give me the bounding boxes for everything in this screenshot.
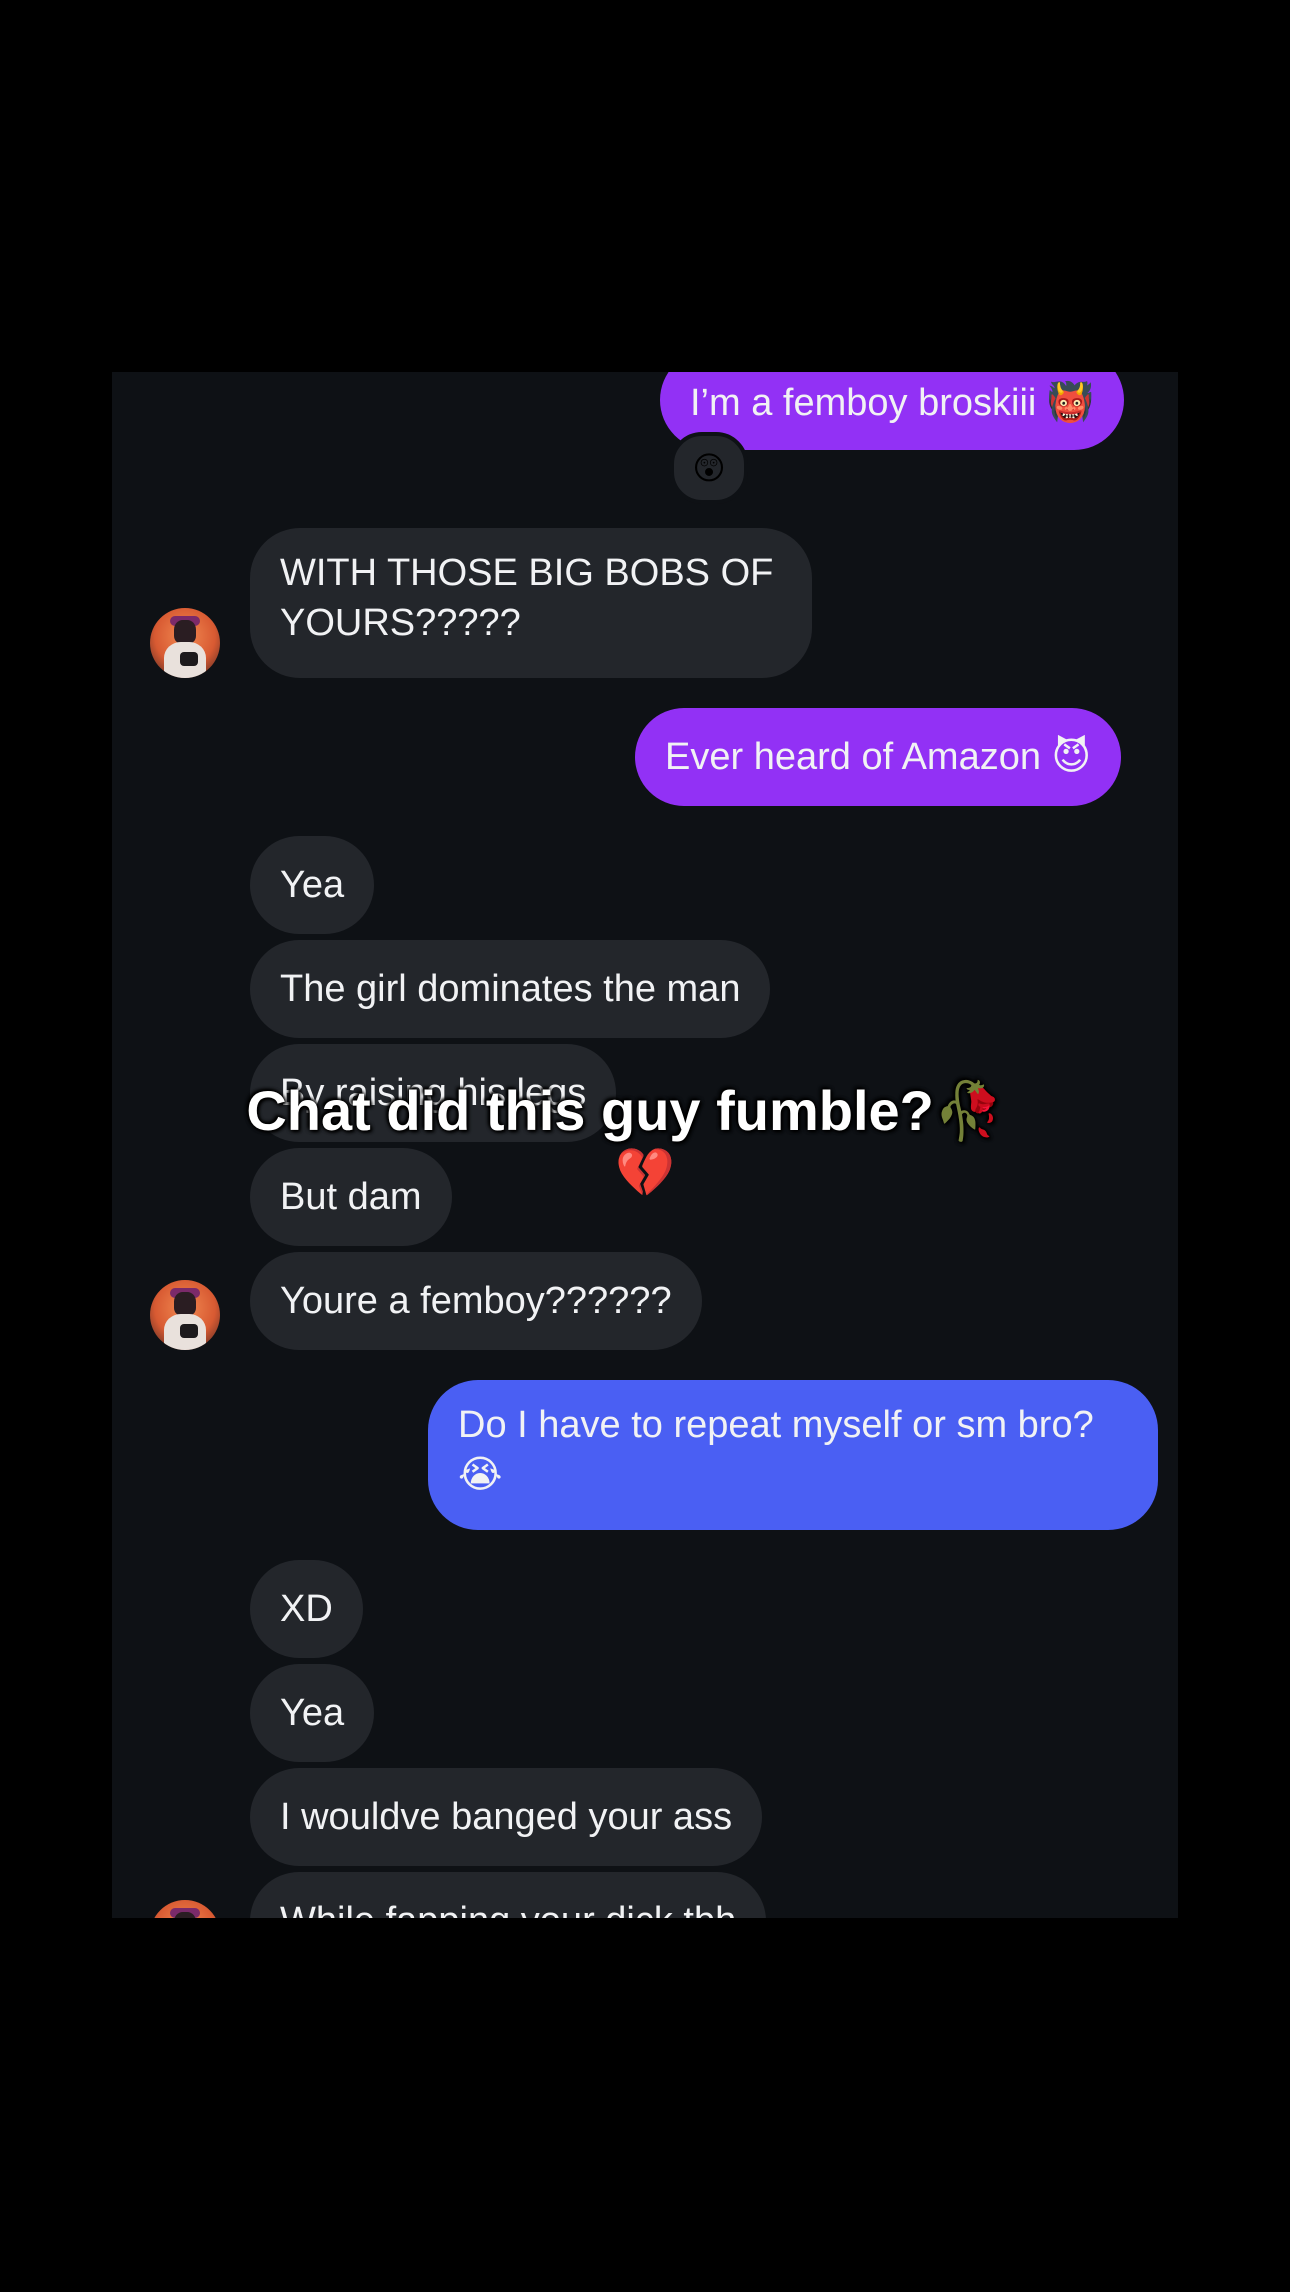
overlay-caption: Chat did this guy fumble?🥀 xyxy=(246,1079,1004,1142)
incoming-message[interactable]: I wouldve banged your ass xyxy=(250,1768,763,1866)
incoming-message[interactable]: Youre a femboy?????? xyxy=(250,1252,702,1350)
contact-avatar[interactable] xyxy=(150,1280,220,1350)
contact-avatar[interactable] xyxy=(150,1900,220,1918)
incoming-message[interactable]: WITH THOSE BIG BOBS OF YOURS????? xyxy=(250,528,812,678)
broken-heart-icon: 💔 xyxy=(615,1147,675,1200)
contact-avatar[interactable] xyxy=(150,608,220,678)
outgoing-message[interactable]: Ever heard of Amazon 😈 xyxy=(635,708,1122,806)
incoming-message[interactable]: While fapping your dick tbh xyxy=(250,1872,767,1918)
outgoing-message[interactable]: Do I have to repeat myself or sm bro? 😭 xyxy=(428,1380,1158,1530)
message-reaction[interactable]: 😲 xyxy=(670,432,748,504)
incoming-message[interactable]: XD xyxy=(250,1560,363,1658)
incoming-message[interactable]: The girl dominates the man xyxy=(250,940,771,1038)
incoming-message[interactable]: Yea xyxy=(250,836,375,934)
incoming-message[interactable]: Yea xyxy=(250,1664,375,1762)
